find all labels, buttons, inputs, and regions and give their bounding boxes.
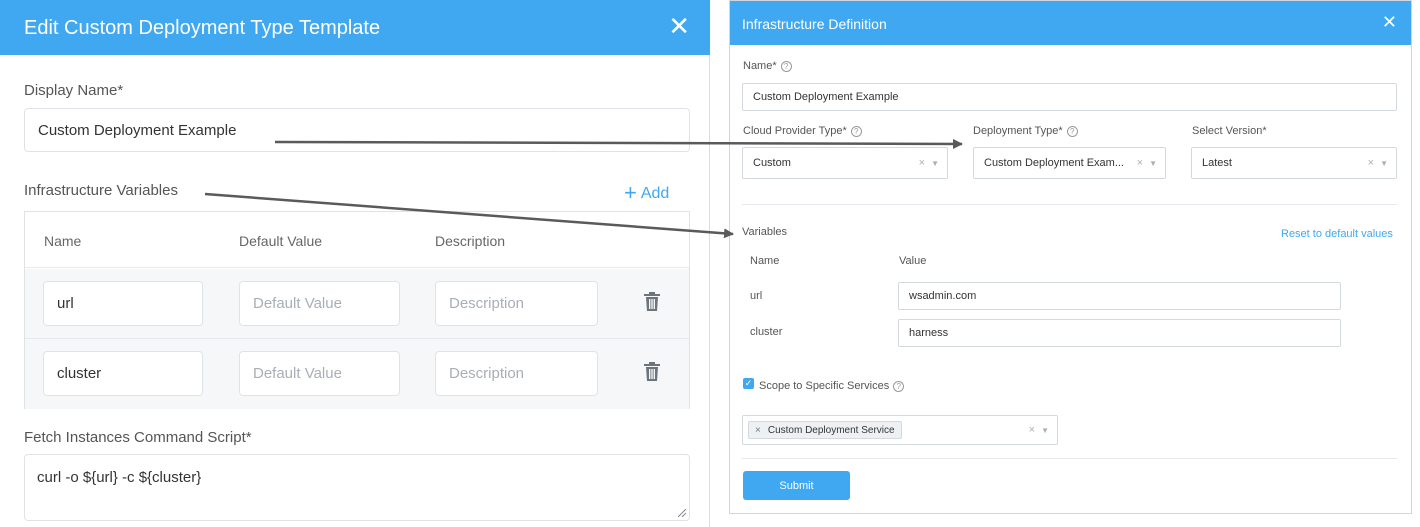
section-divider [742,204,1397,205]
clear-x-icon[interactable]: × [1137,157,1143,169]
clear-x-icon[interactable]: × [1029,424,1035,436]
variable-value-input[interactable]: wsadmin.com [898,282,1341,310]
dialog-title: Edit Custom Deployment Type Template [24,17,381,39]
variable-name: url [750,290,763,302]
table-row: url Default Value Description [25,269,689,339]
default-value-placeholder: Default Value [253,365,342,382]
resize-handle-icon[interactable] [678,509,686,517]
plus-icon: + [624,180,637,205]
default-value-placeholder: Default Value [253,295,342,312]
clear-x-icon[interactable]: × [919,157,925,169]
column-name: Name [44,233,82,249]
variable-name-input[interactable]: url [43,281,203,326]
description-input[interactable]: Description [435,351,598,396]
column-description: Description [435,233,506,249]
variable-name-value: url [57,295,74,312]
service-tag: × Custom Deployment Service [748,421,902,439]
clear-x-icon[interactable]: × [1368,157,1374,169]
variables-column-value: Value [899,255,927,267]
variable-name-value: cluster [57,365,102,382]
cloud-provider-label-text: Cloud Provider Type* [743,125,847,137]
chevron-down-icon[interactable]: ▼ [1041,426,1049,435]
help-circle-icon[interactable]: ? [850,126,862,137]
submit-button[interactable]: Submit [743,471,850,500]
display-name-label: Display Name* [24,82,124,99]
script-label: Fetch Instances Command Script* [24,429,252,446]
description-placeholder: Description [449,365,525,382]
trash-icon[interactable] [643,292,661,312]
default-value-input[interactable]: Default Value [239,351,400,396]
dialog-title: Infrastructure Definition [742,16,887,32]
default-value-input[interactable]: Default Value [239,281,400,326]
add-label: Add [640,185,670,202]
close-icon[interactable]: ✕ [1382,12,1397,32]
variable-value: wsadmin.com [909,290,977,302]
scope-label: Scope to Specific Services? [759,380,905,392]
description-input[interactable]: Description [435,281,598,326]
chevron-down-icon[interactable]: ▼ [1149,159,1157,168]
dialog-header: Infrastructure Definition ✕ [730,1,1411,45]
reset-default-values-link[interactable]: Reset to default values [1281,228,1393,240]
variable-name-input[interactable]: cluster [43,351,203,396]
script-textarea[interactable]: curl -o ${url} -c ${cluster} [24,454,690,521]
deployment-type-label-text: Deployment Type* [973,125,1063,137]
chevron-down-icon[interactable]: ▼ [931,159,939,168]
variable-name: cluster [750,326,783,338]
name-label: Name*? [743,60,792,72]
deployment-type-select[interactable]: Custom Deployment Exam... × ▼ [973,147,1166,179]
variables-table: Name Default Value Description url Defau… [24,211,690,409]
variables-label: Variables [742,226,788,238]
variables-column-name: Name [750,255,780,267]
table-header: Name Default Value Description [25,212,689,268]
dialog-header: Edit Custom Deployment Type Template ✕ [0,0,710,55]
variable-value-input[interactable]: harness [898,319,1341,347]
description-placeholder: Description [449,295,525,312]
name-label-text: Name* [743,60,777,72]
select-version-label: Select Version* [1192,125,1267,137]
add-variable-button[interactable]: + Add [624,180,669,206]
help-circle-icon[interactable]: ? [893,381,905,392]
section-divider [742,458,1397,459]
scope-label-text: Scope to Specific Services [759,380,890,392]
trash-icon[interactable] [643,362,661,382]
edit-template-dialog: Edit Custom Deployment Type Template ✕ D… [0,0,710,527]
services-multiselect[interactable]: × Custom Deployment Service × ▼ [742,415,1058,445]
table-row: cluster Default Value Description [25,339,689,409]
deployment-type-value: Custom Deployment Exam... [984,157,1124,169]
scope-checkbox[interactable]: ✓ [743,378,754,389]
close-icon[interactable]: ✕ [668,12,690,40]
cloud-provider-label: Cloud Provider Type*? [743,125,862,137]
display-name-value: Custom Deployment Example [38,121,237,139]
cloud-provider-value: Custom [753,157,791,169]
service-tag-label: Custom Deployment Service [767,424,895,436]
infra-variables-label: Infrastructure Variables [24,182,178,199]
select-version-select[interactable]: Latest × ▼ [1191,147,1397,179]
name-input[interactable]: Custom Deployment Example [742,83,1397,111]
variable-value: harness [909,327,949,339]
infrastructure-definition-dialog: Infrastructure Definition ✕ Name*? Custo… [729,0,1412,514]
help-circle-icon[interactable]: ? [1066,126,1078,137]
name-value: Custom Deployment Example [753,91,899,103]
display-name-input[interactable]: Custom Deployment Example [24,108,690,152]
chevron-down-icon[interactable]: ▼ [1380,159,1388,168]
script-value: curl -o ${url} -c ${cluster} [37,469,202,486]
cloud-provider-select[interactable]: Custom × ▼ [742,147,948,179]
select-version-value: Latest [1202,157,1232,169]
remove-tag-icon[interactable]: × [755,425,761,436]
deployment-type-label: Deployment Type*? [973,125,1078,137]
help-circle-icon[interactable]: ? [780,61,792,72]
column-default-value: Default Value [239,233,323,249]
